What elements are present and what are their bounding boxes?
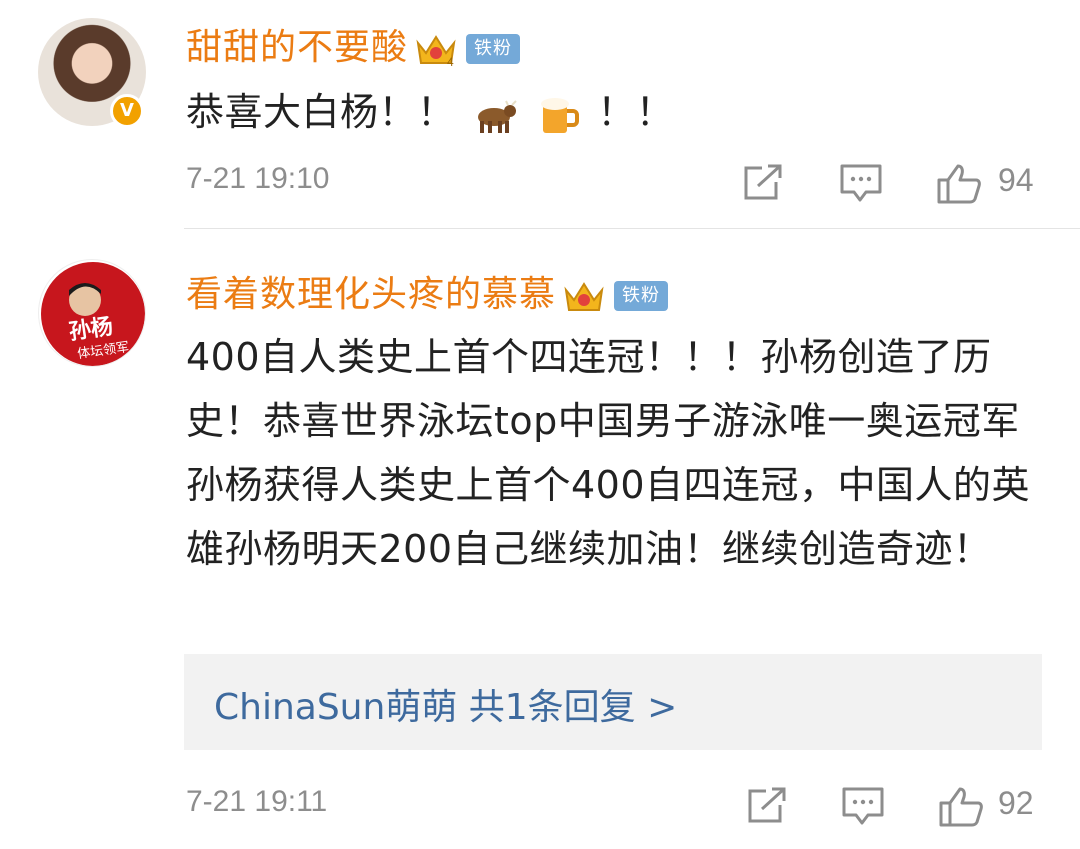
repost-icon[interactable] [744,785,790,827]
reply-summary-link[interactable]: ChinaSun萌萌 共1条回复 > [214,678,677,730]
fan-badge: 铁粉 [614,281,669,311]
avatar-image: 孙杨 体坛领军 [41,262,145,366]
crown-icon [564,282,604,311]
verified-badge-icon: V [110,94,144,128]
comment-text: 恭喜大白杨！！ ！！ [186,80,1046,144]
timestamp: 7-21 19:10 [186,162,330,195]
comment-item: 孙杨 体坛领军 看着数理化头疼的慕慕 铁粉 400自人类史上首个四连冠！！！孙杨… [0,229,1080,849]
repost-icon[interactable] [740,162,786,204]
comment-text: 400自人类史上首个四连冠！！！孙杨创造了历史！恭喜世界泳坛top中国男子游泳唯… [186,335,1031,571]
comment-actions: 94 [740,156,1060,206]
timestamp: 7-21 19:11 [186,785,328,818]
like-icon[interactable] [936,162,982,204]
fan-badge: 铁粉 [466,34,521,64]
comment-item: V 甜甜的不要酸 4 铁粉 恭喜大白杨！！ ！！ 7-21 19:10 94 [0,0,1080,228]
comment-actions: 92 [740,779,1060,829]
comment-icon[interactable] [838,162,884,204]
username-row: 甜甜的不要酸 4 铁粉 [186,18,521,70]
avatar[interactable]: 孙杨 体坛领军 [38,259,146,367]
comment-icon[interactable] [840,785,886,827]
like-icon[interactable] [938,785,984,827]
comment-text-part: 恭喜大白杨！！ [186,90,456,134]
username[interactable]: 甜甜的不要酸 [186,27,408,68]
reply-summary-box[interactable]: ChinaSun萌萌 共1条回复 > [184,654,1042,750]
username[interactable]: 看着数理化头疼的慕慕 [186,274,556,315]
like-count: 94 [998,162,1034,198]
crown-level: 4 [447,55,455,69]
ox-emoji-icon [478,99,517,133]
comment-text-part: ！！ [597,90,675,134]
beer-emoji-icon [540,97,579,133]
like-count: 92 [998,785,1034,821]
username-row: 看着数理化头疼的慕慕 铁粉 [186,265,669,317]
crown-icon: 4 [416,35,456,69]
